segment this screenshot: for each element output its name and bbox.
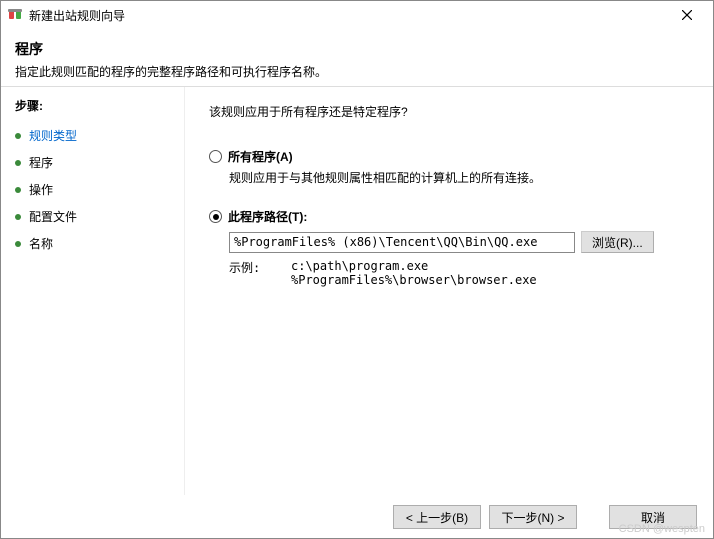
step-rule-type[interactable]: 规则类型 (15, 122, 170, 149)
step-label: 配置文件 (29, 208, 77, 225)
bullet-icon (15, 214, 21, 220)
header: 程序 指定此规则匹配的程序的完整程序路径和可执行程序名称。 (1, 29, 713, 87)
footer: < 上一步(B) 下一步(N) > 取消 (1, 495, 713, 539)
bullet-icon (15, 133, 21, 139)
window-title: 新建出站规则向导 (29, 7, 667, 24)
step-label: 操作 (29, 181, 53, 198)
bullet-icon (15, 241, 21, 247)
browse-button[interactable]: 浏览(R)... (581, 231, 654, 253)
step-program[interactable]: 程序 (15, 149, 170, 176)
page-title: 程序 (15, 39, 699, 59)
radio-this-program[interactable] (209, 210, 222, 223)
option-all-programs: 所有程序(A) 规则应用于与其他规则属性相匹配的计算机上的所有连接。 (209, 148, 689, 186)
step-profile[interactable]: 配置文件 (15, 203, 170, 230)
program-path-input[interactable] (229, 232, 575, 253)
body: 步骤: 规则类型 程序 操作 配置文件 名称 该规则应用于所有程序还是特定程序?… (1, 87, 713, 495)
example-block: 示例: c:\path\program.exe %ProgramFiles%\b… (229, 259, 689, 287)
step-name[interactable]: 名称 (15, 230, 170, 257)
step-label: 程序 (29, 154, 53, 171)
watermark: CSDN @wespten (619, 523, 705, 535)
example-line: %ProgramFiles%\browser\browser.exe (291, 273, 537, 287)
bullet-icon (15, 160, 21, 166)
titlebar: 新建出站规则向导 (1, 1, 713, 29)
step-action[interactable]: 操作 (15, 176, 170, 203)
option-description: 规则应用于与其他规则属性相匹配的计算机上的所有连接。 (229, 169, 689, 186)
next-button[interactable]: 下一步(N) > (489, 505, 577, 529)
steps-heading: 步骤: (15, 97, 170, 114)
option-this-program: 此程序路径(T): 浏览(R)... 示例: c:\path\program.e… (209, 208, 689, 287)
sidebar: 步骤: 规则类型 程序 操作 配置文件 名称 (1, 87, 185, 495)
close-button[interactable] (667, 3, 707, 27)
page-description: 指定此规则匹配的程序的完整程序路径和可执行程序名称。 (15, 63, 699, 80)
back-button[interactable]: < 上一步(B) (393, 505, 481, 529)
radio-all-programs[interactable] (209, 150, 222, 163)
app-icon (7, 7, 23, 23)
bullet-icon (15, 187, 21, 193)
content: 该规则应用于所有程序还是特定程序? 所有程序(A) 规则应用于与其他规则属性相匹… (185, 87, 713, 495)
option-label: 所有程序(A) (228, 148, 293, 165)
step-label: 名称 (29, 235, 53, 252)
question-text: 该规则应用于所有程序还是特定程序? (209, 103, 689, 120)
step-label: 规则类型 (29, 127, 77, 144)
example-label: 示例: (229, 259, 261, 287)
option-label: 此程序路径(T): (228, 208, 307, 225)
example-line: c:\path\program.exe (291, 259, 537, 273)
